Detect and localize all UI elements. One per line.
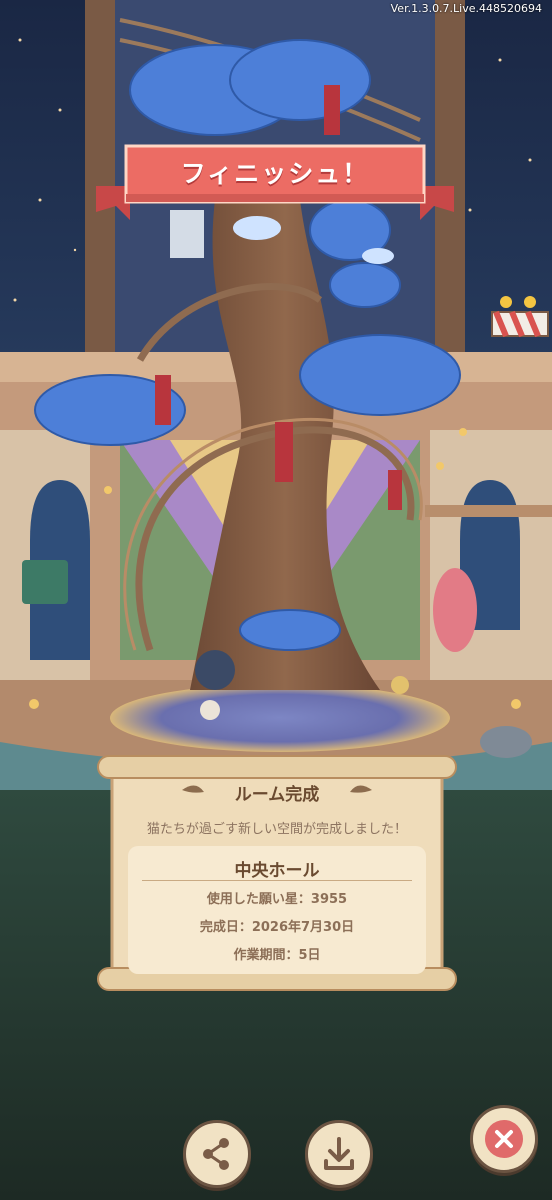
finish-banner-text: フィニッシュ！ xyxy=(180,159,370,188)
radio-prop xyxy=(391,676,409,694)
panel-title: ルーム完成 xyxy=(234,785,320,805)
work-period-text: 作業期間：5日 xyxy=(233,948,321,963)
card-divider xyxy=(142,880,412,881)
share-button[interactable] xyxy=(183,1120,251,1188)
room-name: 中央ホール xyxy=(234,861,320,881)
room-info-card: 中央ホール 使用した願い星：3955 完成日：2026年7月30日 作業期間：5… xyxy=(128,846,426,974)
cat-character xyxy=(200,700,220,720)
finish-banner: フィニッシュ！ xyxy=(96,142,454,220)
version-label: Ver.1.3.0.7.Live.448520694 xyxy=(390,2,542,15)
round-rug xyxy=(110,684,450,752)
green-book xyxy=(22,560,68,604)
fish-statue xyxy=(480,726,532,758)
close-button[interactable] xyxy=(470,1105,538,1173)
stars-used-text: 使用した願い星：3955 xyxy=(206,892,348,907)
panel-subtitle: 猫たちが過ごす新しい空間が完成しました！ xyxy=(146,822,408,837)
download-button[interactable] xyxy=(305,1120,373,1188)
cauldron xyxy=(195,650,235,690)
right-balcony xyxy=(425,505,552,517)
completion-date-text: 完成日：2026年7月30日 xyxy=(199,920,355,935)
download-icon xyxy=(324,1137,354,1170)
room-complete-panel: ルーム完成 猫たちが過ごす新しい空間が完成しました！ 中央ホール 使用した願い星… xyxy=(96,754,458,994)
close-icon xyxy=(485,1120,523,1158)
share-icon xyxy=(203,1138,229,1170)
pink-plant xyxy=(433,568,477,652)
